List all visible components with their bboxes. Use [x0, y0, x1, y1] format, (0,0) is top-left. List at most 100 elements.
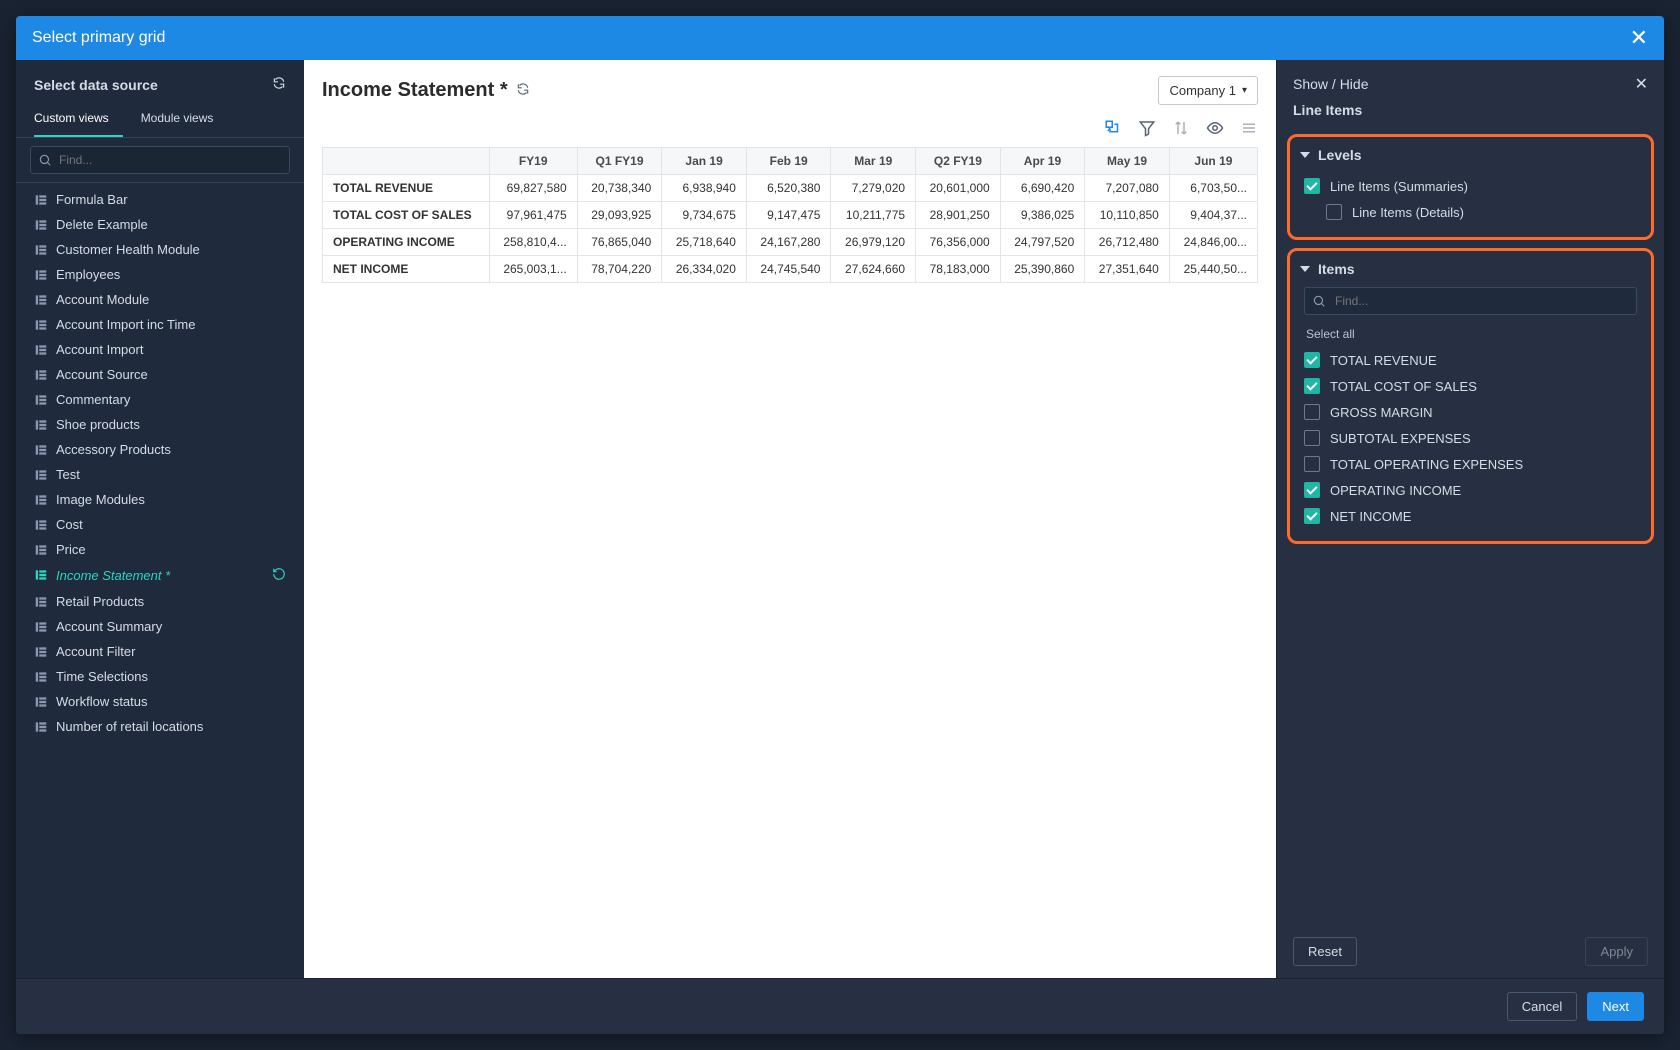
grid-cell[interactable]: 20,601,000	[916, 175, 1001, 202]
grid-cell[interactable]: 9,404,37...	[1169, 202, 1257, 229]
close-icon[interactable]: ✕	[1630, 27, 1648, 49]
eye-icon[interactable]	[1206, 119, 1224, 137]
grid-cell[interactable]: 78,704,220	[577, 256, 662, 283]
row-header[interactable]: TOTAL COST OF SALES	[323, 202, 490, 229]
sidebar-item-commentary[interactable]: Commentary	[16, 387, 304, 412]
column-header[interactable]: FY19	[489, 148, 577, 175]
grid-cell[interactable]: 6,938,940	[662, 175, 747, 202]
tab-module-views[interactable]: Module views	[141, 101, 228, 137]
items-toggle[interactable]: Items	[1300, 261, 1641, 277]
apply-button[interactable]: Apply	[1585, 937, 1648, 966]
sidebar-item-time-selections[interactable]: Time Selections	[16, 664, 304, 689]
item-option[interactable]: OPERATING INCOME	[1300, 477, 1641, 503]
tab-custom-views[interactable]: Custom views	[34, 101, 123, 137]
sidebar-item-employees[interactable]: Employees	[16, 262, 304, 287]
grid-cell[interactable]: 24,846,00...	[1169, 229, 1257, 256]
grid-cell[interactable]: 29,093,925	[577, 202, 662, 229]
sidebar-item-income-statement[interactable]: Income Statement *	[16, 562, 304, 589]
grid-cell[interactable]: 27,624,660	[831, 256, 916, 283]
column-header[interactable]: May 19	[1085, 148, 1170, 175]
cancel-button[interactable]: Cancel	[1507, 992, 1577, 1021]
format-icon[interactable]	[1240, 119, 1258, 137]
cycle-icon[interactable]	[272, 76, 286, 93]
sidebar-item-customer-health-module[interactable]: Customer Health Module	[16, 237, 304, 262]
grid-cell[interactable]: 10,110,850	[1085, 202, 1170, 229]
checkbox[interactable]	[1304, 456, 1320, 472]
grid-cell[interactable]: 9,386,025	[1000, 202, 1085, 229]
grid-cell[interactable]: 26,334,020	[662, 256, 747, 283]
grid-cell[interactable]: 24,745,540	[746, 256, 831, 283]
grid-cell[interactable]: 6,520,380	[746, 175, 831, 202]
column-header[interactable]: Q1 FY19	[577, 148, 662, 175]
sidebar-item-retail-products[interactable]: Retail Products	[16, 589, 304, 614]
item-option[interactable]: NET INCOME	[1300, 503, 1641, 529]
sidebar-item-workflow-status[interactable]: Workflow status	[16, 689, 304, 714]
sidebar-item-account-summary[interactable]: Account Summary	[16, 614, 304, 639]
data-source-search-input[interactable]	[30, 146, 290, 174]
next-button[interactable]: Next	[1587, 992, 1644, 1021]
grid-cell[interactable]: 6,703,50...	[1169, 175, 1257, 202]
grid-cell[interactable]: 7,279,020	[831, 175, 916, 202]
grid-cell[interactable]: 25,440,50...	[1169, 256, 1257, 283]
grid-cell[interactable]: 24,797,520	[1000, 229, 1085, 256]
grid-cell[interactable]: 258,810,4...	[489, 229, 577, 256]
sidebar-item-account-source[interactable]: Account Source	[16, 362, 304, 387]
filter-icon[interactable]	[1138, 119, 1156, 137]
select-all-link[interactable]: Select all	[1300, 323, 1641, 347]
grid-cell[interactable]: 9,734,675	[662, 202, 747, 229]
item-option[interactable]: GROSS MARGIN	[1300, 399, 1641, 425]
grid-cell[interactable]: 20,738,340	[577, 175, 662, 202]
grid-cell[interactable]: 24,167,280	[746, 229, 831, 256]
sidebar-item-number-of-retail-locations[interactable]: Number of retail locations	[16, 714, 304, 739]
grid-cell[interactable]: 25,718,640	[662, 229, 747, 256]
checkbox[interactable]	[1304, 508, 1320, 524]
items-search-input[interactable]	[1304, 287, 1637, 315]
refresh-icon[interactable]	[272, 567, 286, 584]
panel-close-icon[interactable]: ✕	[1635, 74, 1648, 94]
sidebar-item-formula-bar[interactable]: Formula Bar	[16, 187, 304, 212]
level-option[interactable]: Line Items (Summaries)	[1300, 173, 1641, 199]
row-header[interactable]: NET INCOME	[323, 256, 490, 283]
grid-cell[interactable]: 26,979,120	[831, 229, 916, 256]
sidebar-item-account-filter[interactable]: Account Filter	[16, 639, 304, 664]
column-header[interactable]: Feb 19	[746, 148, 831, 175]
sidebar-item-price[interactable]: Price	[16, 537, 304, 562]
reload-icon[interactable]	[516, 79, 530, 102]
sidebar-item-account-module[interactable]: Account Module	[16, 287, 304, 312]
grid-cell[interactable]: 69,827,580	[489, 175, 577, 202]
item-option[interactable]: SUBTOTAL EXPENSES	[1300, 425, 1641, 451]
sidebar-item-accessory-products[interactable]: Accessory Products	[16, 437, 304, 462]
level-option[interactable]: Line Items (Details)	[1322, 199, 1641, 225]
grid-cell[interactable]: 27,351,640	[1085, 256, 1170, 283]
sidebar-item-image-modules[interactable]: Image Modules	[16, 487, 304, 512]
grid-cell[interactable]: 76,356,000	[916, 229, 1001, 256]
sidebar-item-account-import-inc-time[interactable]: Account Import inc Time	[16, 312, 304, 337]
row-header[interactable]: OPERATING INCOME	[323, 229, 490, 256]
checkbox[interactable]	[1304, 378, 1320, 394]
company-selector[interactable]: Company 1 ▾	[1158, 76, 1258, 105]
grid-cell[interactable]: 7,207,080	[1085, 175, 1170, 202]
grid-cell[interactable]: 97,961,475	[489, 202, 577, 229]
grid-cell[interactable]: 265,003,1...	[489, 256, 577, 283]
grid-cell[interactable]: 25,390,860	[1000, 256, 1085, 283]
reset-button[interactable]: Reset	[1293, 937, 1357, 966]
item-option[interactable]: TOTAL COST OF SALES	[1300, 373, 1641, 399]
item-option[interactable]: TOTAL OPERATING EXPENSES	[1300, 451, 1641, 477]
column-header[interactable]: Apr 19	[1000, 148, 1085, 175]
sort-icon[interactable]	[1172, 119, 1190, 137]
sidebar-item-account-import[interactable]: Account Import	[16, 337, 304, 362]
pivot-icon[interactable]	[1104, 119, 1122, 137]
grid-cell[interactable]: 28,901,250	[916, 202, 1001, 229]
grid-cell[interactable]: 26,712,480	[1085, 229, 1170, 256]
item-option[interactable]: TOTAL REVENUE	[1300, 347, 1641, 373]
column-header[interactable]: Q2 FY19	[916, 148, 1001, 175]
grid-cell[interactable]: 76,865,040	[577, 229, 662, 256]
grid-cell[interactable]: 10,211,775	[831, 202, 916, 229]
sidebar-item-test[interactable]: Test	[16, 462, 304, 487]
checkbox[interactable]	[1326, 204, 1342, 220]
grid-cell[interactable]: 9,147,475	[746, 202, 831, 229]
column-header[interactable]: Jun 19	[1169, 148, 1257, 175]
sidebar-item-cost[interactable]: Cost	[16, 512, 304, 537]
checkbox[interactable]	[1304, 482, 1320, 498]
sidebar-item-delete-example[interactable]: Delete Example	[16, 212, 304, 237]
